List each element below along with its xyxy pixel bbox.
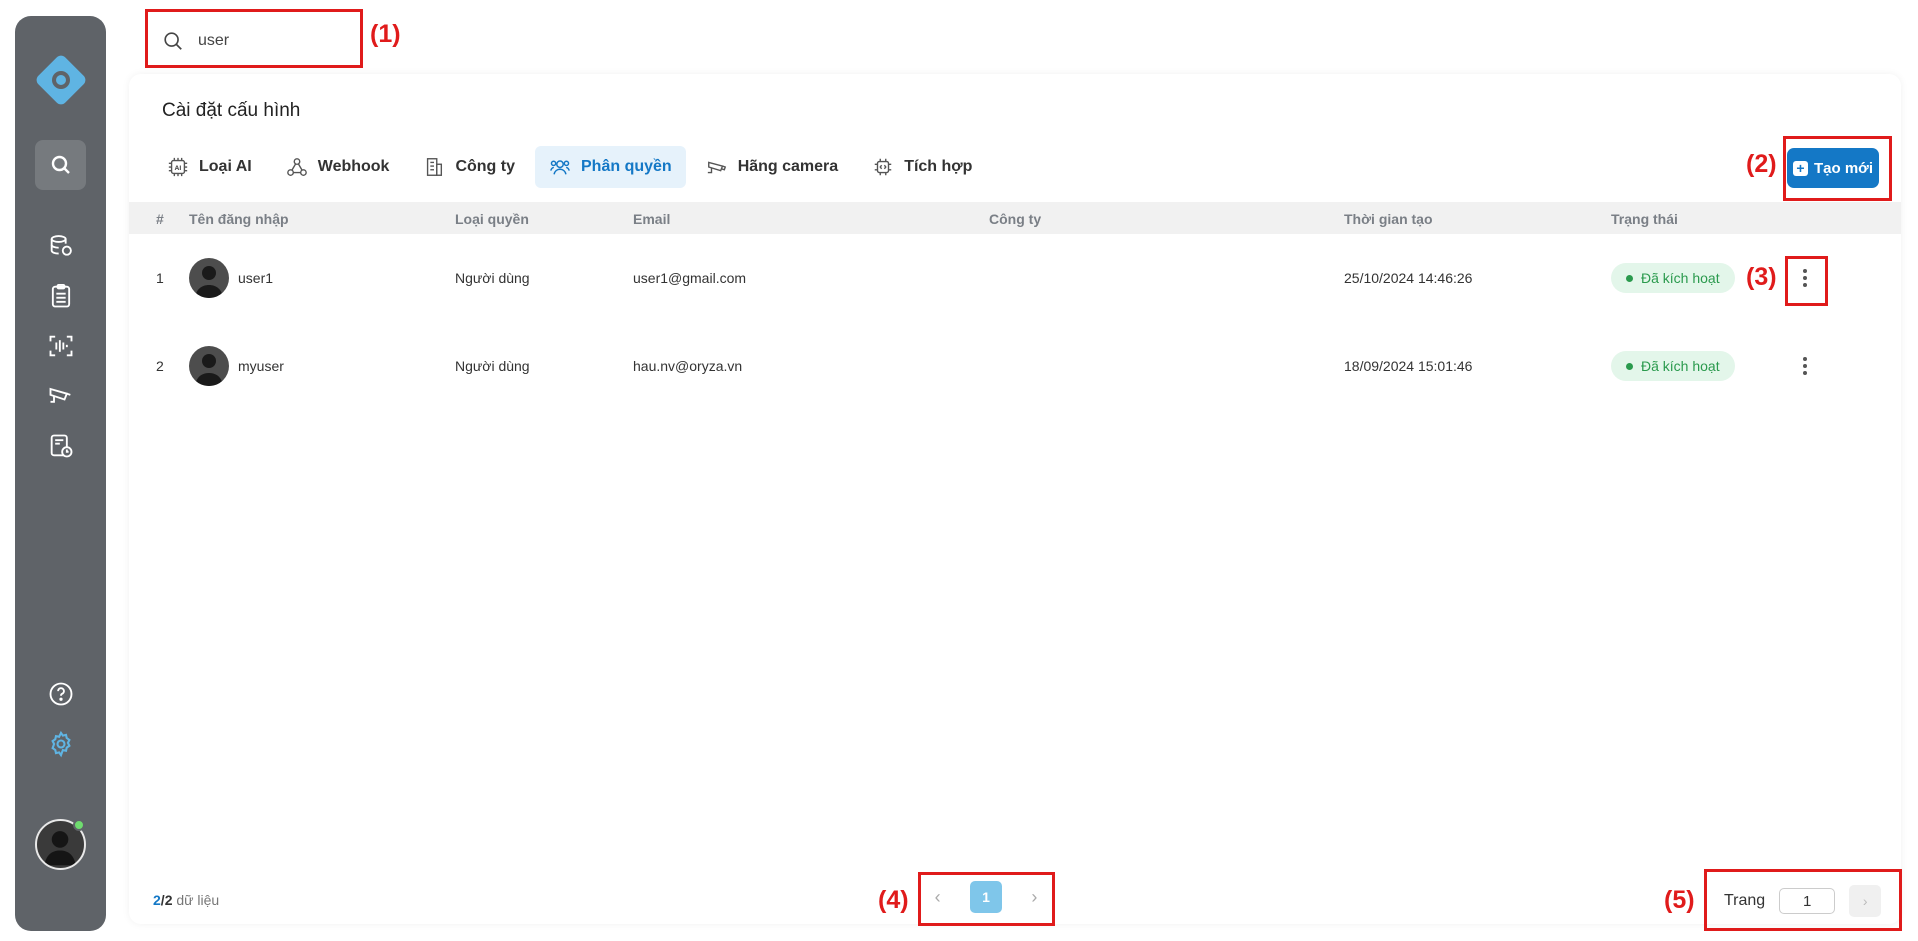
tab-bar: AI Loại AI Webhook Công ty Phân quyền Hã… [153, 146, 992, 188]
annotation-label-3: (3) [1746, 263, 1777, 291]
row-created: 18/09/2024 15:01:46 [1344, 358, 1473, 374]
face-scan-icon[interactable] [39, 326, 83, 366]
sidebar [15, 16, 106, 931]
col-username: Tên đăng nhập [189, 211, 289, 227]
row-index: 2 [156, 358, 164, 374]
avatar [189, 346, 229, 386]
row-role: Người dùng [455, 270, 530, 286]
page-title: Cài đặt cấu hình [162, 100, 301, 121]
help-icon[interactable] [39, 674, 83, 714]
row-email: hau.nv@oryza.vn [633, 358, 743, 374]
col-email: Email [633, 211, 671, 227]
tab-label: Phân quyền [581, 158, 672, 175]
tab-label: Công ty [455, 158, 515, 175]
report-clock-icon[interactable] [39, 426, 83, 466]
row-role: Người dùng [455, 358, 530, 374]
tab-permissions[interactable]: Phân quyền [535, 146, 686, 188]
count-shown: 2 [153, 892, 161, 908]
tab-label: Webhook [317, 158, 390, 175]
online-status-dot [73, 819, 85, 831]
tab-ai-type[interactable]: AI Loại AI [153, 146, 266, 188]
tab-label: Hãng camera [737, 158, 839, 175]
tab-webhook[interactable]: Webhook [272, 146, 404, 188]
more-actions-icon[interactable] [1795, 351, 1815, 381]
col-created: Thời gian tạo [1344, 211, 1433, 227]
clipboard-list-icon[interactable] [39, 276, 83, 316]
col-status: Trạng thái [1611, 211, 1678, 227]
tab-label: Loại AI [199, 158, 252, 175]
annotation-box-5 [1704, 869, 1902, 931]
col-role: Loại quyền [455, 211, 529, 227]
col-index: # [156, 211, 164, 227]
settings-gear-icon[interactable] [39, 724, 83, 764]
camera-icon[interactable] [39, 376, 83, 416]
users-permission-icon [550, 160, 570, 175]
row-email: user1@gmail.com [633, 270, 747, 286]
annotation-label-5: (5) [1664, 886, 1695, 914]
status-badge: Đã kích hoạt [1611, 263, 1735, 293]
row-username: myuser [238, 358, 284, 374]
status-badge: Đã kích hoạt [1611, 351, 1735, 381]
integration-icon [874, 158, 892, 176]
table-row[interactable]: 1 user1 Người dùng user1@gmail.com 25/10… [129, 234, 1901, 322]
tab-camera-brand[interactable]: Hãng camera [692, 146, 853, 188]
sidebar-search-icon[interactable] [35, 140, 86, 190]
table-row[interactable]: 2 myuser Người dùng hau.nv@oryza.vn 18/0… [129, 322, 1901, 410]
tab-company[interactable]: Công ty [409, 146, 529, 188]
col-company: Công ty [989, 211, 1042, 227]
record-count: 2/2 dữ liệu [153, 892, 219, 908]
svg-text:AI: AI [175, 165, 182, 172]
ai-chip-icon: AI [168, 157, 188, 177]
tab-integration[interactable]: Tích hợp [858, 146, 986, 188]
tab-label: Tích hợp [904, 158, 973, 175]
annotation-label-1: (1) [370, 20, 401, 48]
row-index: 1 [156, 270, 164, 286]
settings-card: Cài đặt cấu hình AI Loại AI Webhook Công… [129, 74, 1901, 924]
annotation-box-1 [145, 9, 363, 68]
avatar [189, 258, 229, 298]
camera-icon [707, 161, 726, 174]
count-suffix: dữ liệu [172, 892, 220, 908]
building-icon [427, 158, 443, 176]
annotation-label-4: (4) [878, 886, 909, 914]
webhook-icon [286, 158, 307, 176]
row-username: user1 [238, 270, 274, 286]
annotation-box-2 [1783, 136, 1892, 201]
annotation-label-2: (2) [1746, 150, 1777, 178]
table-header: # Tên đăng nhập Loại quyền Email Công ty… [129, 202, 1901, 234]
database-icon[interactable] [39, 226, 83, 266]
annotation-box-4 [918, 872, 1055, 926]
app-logo-icon[interactable] [33, 52, 89, 108]
row-created: 25/10/2024 14:46:26 [1344, 270, 1473, 286]
annotation-box-3 [1785, 256, 1828, 306]
